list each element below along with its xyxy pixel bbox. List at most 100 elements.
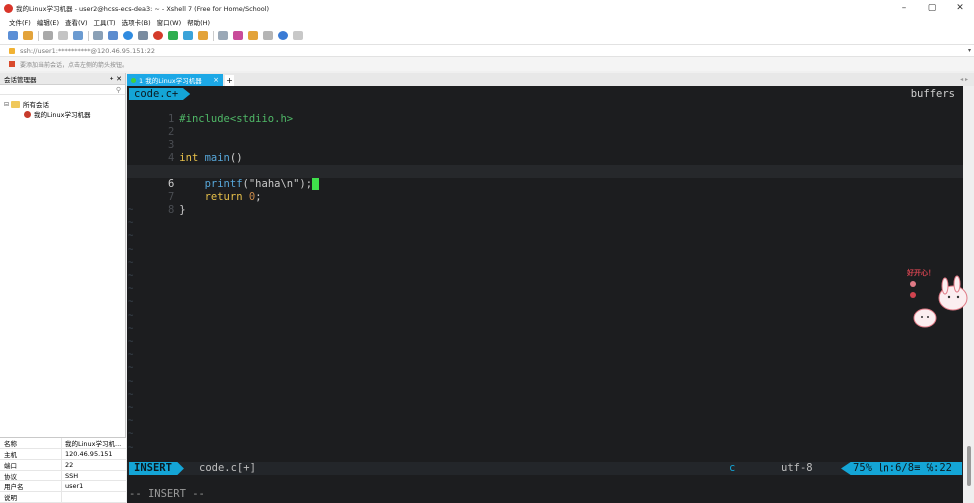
property-row: 说明 <box>0 492 126 503</box>
maximize-button[interactable]: ▢ <box>918 3 946 13</box>
copy-icon[interactable] <box>73 31 83 40</box>
buffers-label: buffers <box>910 88 955 100</box>
session-manager-header: 会话管理器 ᚐ ✕ <box>0 73 125 85</box>
xftp-icon[interactable] <box>153 31 163 40</box>
toolbar-separator <box>213 30 214 41</box>
connected-status-icon <box>131 77 136 83</box>
globe-icon[interactable] <box>123 31 133 40</box>
close-icon[interactable]: ✕ <box>116 75 122 83</box>
tab-label: 1 我的Linux学习机器 <box>139 77 202 85</box>
session-manager-title: 会话管理器 <box>4 75 37 84</box>
property-key: 名称 <box>0 438 62 448</box>
tilde-marker: ~ <box>128 297 134 308</box>
menu-bar: 文件(F) 编辑(E) 查看(V) 工具(T) 选项卡(B) 窗口(W) 帮助(… <box>0 16 974 27</box>
script-icon[interactable] <box>168 31 178 40</box>
sticker-caption: 好开心！ <box>907 269 935 277</box>
toolbar <box>0 27 974 44</box>
tilde-marker: ~ <box>128 403 134 413</box>
session-search-input[interactable]: ⚲ <box>0 85 125 95</box>
screen-icon[interactable] <box>108 31 118 40</box>
property-row: 主机 120.46.95.151 <box>0 449 126 460</box>
collapse-icon[interactable]: ⊟ <box>4 101 11 108</box>
code-line: 4 int main() <box>127 139 963 164</box>
open-folder-icon[interactable] <box>23 31 33 40</box>
menu-window[interactable]: 窗口(W) <box>157 17 182 27</box>
status-position: 75% ㏑:6/8≡ ℅:22 <box>841 462 963 475</box>
chat-icon[interactable] <box>293 31 303 40</box>
line-number: 8 <box>167 204 175 216</box>
bookmark-icon[interactable] <box>9 61 15 67</box>
menu-tools[interactable]: 工具(T) <box>94 17 116 27</box>
tab-linux-machine[interactable]: 1 我的Linux学习机器 × <box>127 74 223 86</box>
keyboard-icon[interactable] <box>218 31 228 40</box>
status-encoding: utf-8 <box>781 462 813 474</box>
vim-status-line: INSERT code.c[+] c utf-8 75% ㏑:6/8≡ ℅:22 <box>127 462 963 475</box>
property-row: 端口 22 <box>0 459 126 471</box>
code-line: 3 <box>127 126 963 151</box>
session-manager-panel: 会话管理器 ᚐ ✕ ⚲ ⊟ 所有会话 我的Linux学习机器 名称 我的Linux… <box>0 73 126 503</box>
xshell-app-icon <box>4 3 13 13</box>
mode-badge: INSERT <box>129 462 184 475</box>
property-value: 我的Linux学习机... <box>65 440 122 449</box>
fullscreen-icon[interactable] <box>183 31 193 40</box>
folder-icon <box>11 100 20 108</box>
link-icon[interactable] <box>43 31 53 40</box>
tilde-marker: ~ <box>128 323 134 334</box>
highlight-icon[interactable] <box>233 31 243 40</box>
tree-item-session[interactable]: 我的Linux学习机器 <box>4 109 125 119</box>
tilde-marker: ~ <box>128 284 134 295</box>
tab-scroll-arrows[interactable]: ◂ ▸ <box>960 76 968 83</box>
close-button[interactable]: ✕ <box>946 3 974 13</box>
menu-view[interactable]: 查看(V) <box>65 17 88 27</box>
hint-bar: 要添加当前会话，点击左侧的箭头按钮。 <box>0 57 974 71</box>
code-text: } <box>179 204 186 216</box>
tilde-marker: ~ <box>128 429 134 440</box>
menu-file[interactable]: 文件(F) <box>9 17 31 27</box>
pin-icon[interactable]: ᚐ <box>110 75 113 82</box>
property-key: 用户名 <box>0 481 62 491</box>
menu-help[interactable]: 帮助(H) <box>187 17 210 27</box>
layout-icon[interactable] <box>263 31 273 40</box>
menu-tabs[interactable]: 选项卡(B) <box>122 17 151 27</box>
tilde-marker: ~ <box>128 310 134 321</box>
terminal-view[interactable]: code.c+ buffers 1 #include<stdiio.h> 2 3 … <box>127 86 963 503</box>
property-key: 说明 <box>0 492 62 502</box>
help-icon[interactable] <box>278 31 288 40</box>
search-icon[interactable] <box>93 31 103 40</box>
property-row: 用户名 user1 <box>0 481 126 493</box>
minimize-button[interactable]: – <box>890 3 918 13</box>
tilde-marker: ~ <box>128 271 134 281</box>
add-tab-button[interactable]: + <box>225 75 234 86</box>
tab-close-icon[interactable]: × <box>213 76 219 84</box>
tree-item-all-sessions[interactable]: ⊟ 所有会话 <box>4 99 125 109</box>
font-icon[interactable] <box>138 31 148 40</box>
property-value: SSH <box>65 471 79 480</box>
current-code-line: 6 printf("haha\n"); <box>127 165 963 190</box>
compose-icon[interactable] <box>248 31 258 40</box>
new-session-icon[interactable] <box>8 31 18 40</box>
address-text[interactable]: ssh://user1:**********@120.46.95.151:22 <box>20 47 155 55</box>
menu-edit[interactable]: 编辑(E) <box>37 17 59 27</box>
session-icon <box>24 110 31 118</box>
lock-icon[interactable] <box>198 31 208 40</box>
code-line: 1 #include<stdiio.h> <box>127 100 963 125</box>
code-line: 7 return 0; <box>127 178 963 203</box>
address-bar[interactable]: ssh://user1:**********@120.46.95.151:22 … <box>0 44 974 57</box>
tilde-marker: ~ <box>128 363 134 374</box>
lock-icon <box>9 47 15 54</box>
tilde-marker: ~ <box>128 376 134 387</box>
search-icon[interactable]: ⚲ <box>116 86 121 94</box>
tilde-marker: ~ <box>128 205 134 215</box>
tilde-marker: ~ <box>128 257 134 268</box>
buffer-line: code.c+ buffers <box>127 88 963 100</box>
session-tree: ⊟ 所有会话 我的Linux学习机器 <box>0 95 125 119</box>
scrollbar-thumb[interactable] <box>967 446 971 486</box>
tilde-marker: ~ <box>128 231 134 242</box>
property-key: 协议 <box>0 470 62 481</box>
code-line: 2 <box>127 113 963 138</box>
disconnect-icon[interactable] <box>58 31 68 40</box>
hint-text: 要添加当前会话，点击左侧的箭头按钮。 <box>20 61 129 69</box>
chevron-down-icon[interactable]: ▾ <box>968 47 971 54</box>
property-key: 主机 <box>0 449 62 459</box>
code-line: 8} <box>127 191 963 216</box>
